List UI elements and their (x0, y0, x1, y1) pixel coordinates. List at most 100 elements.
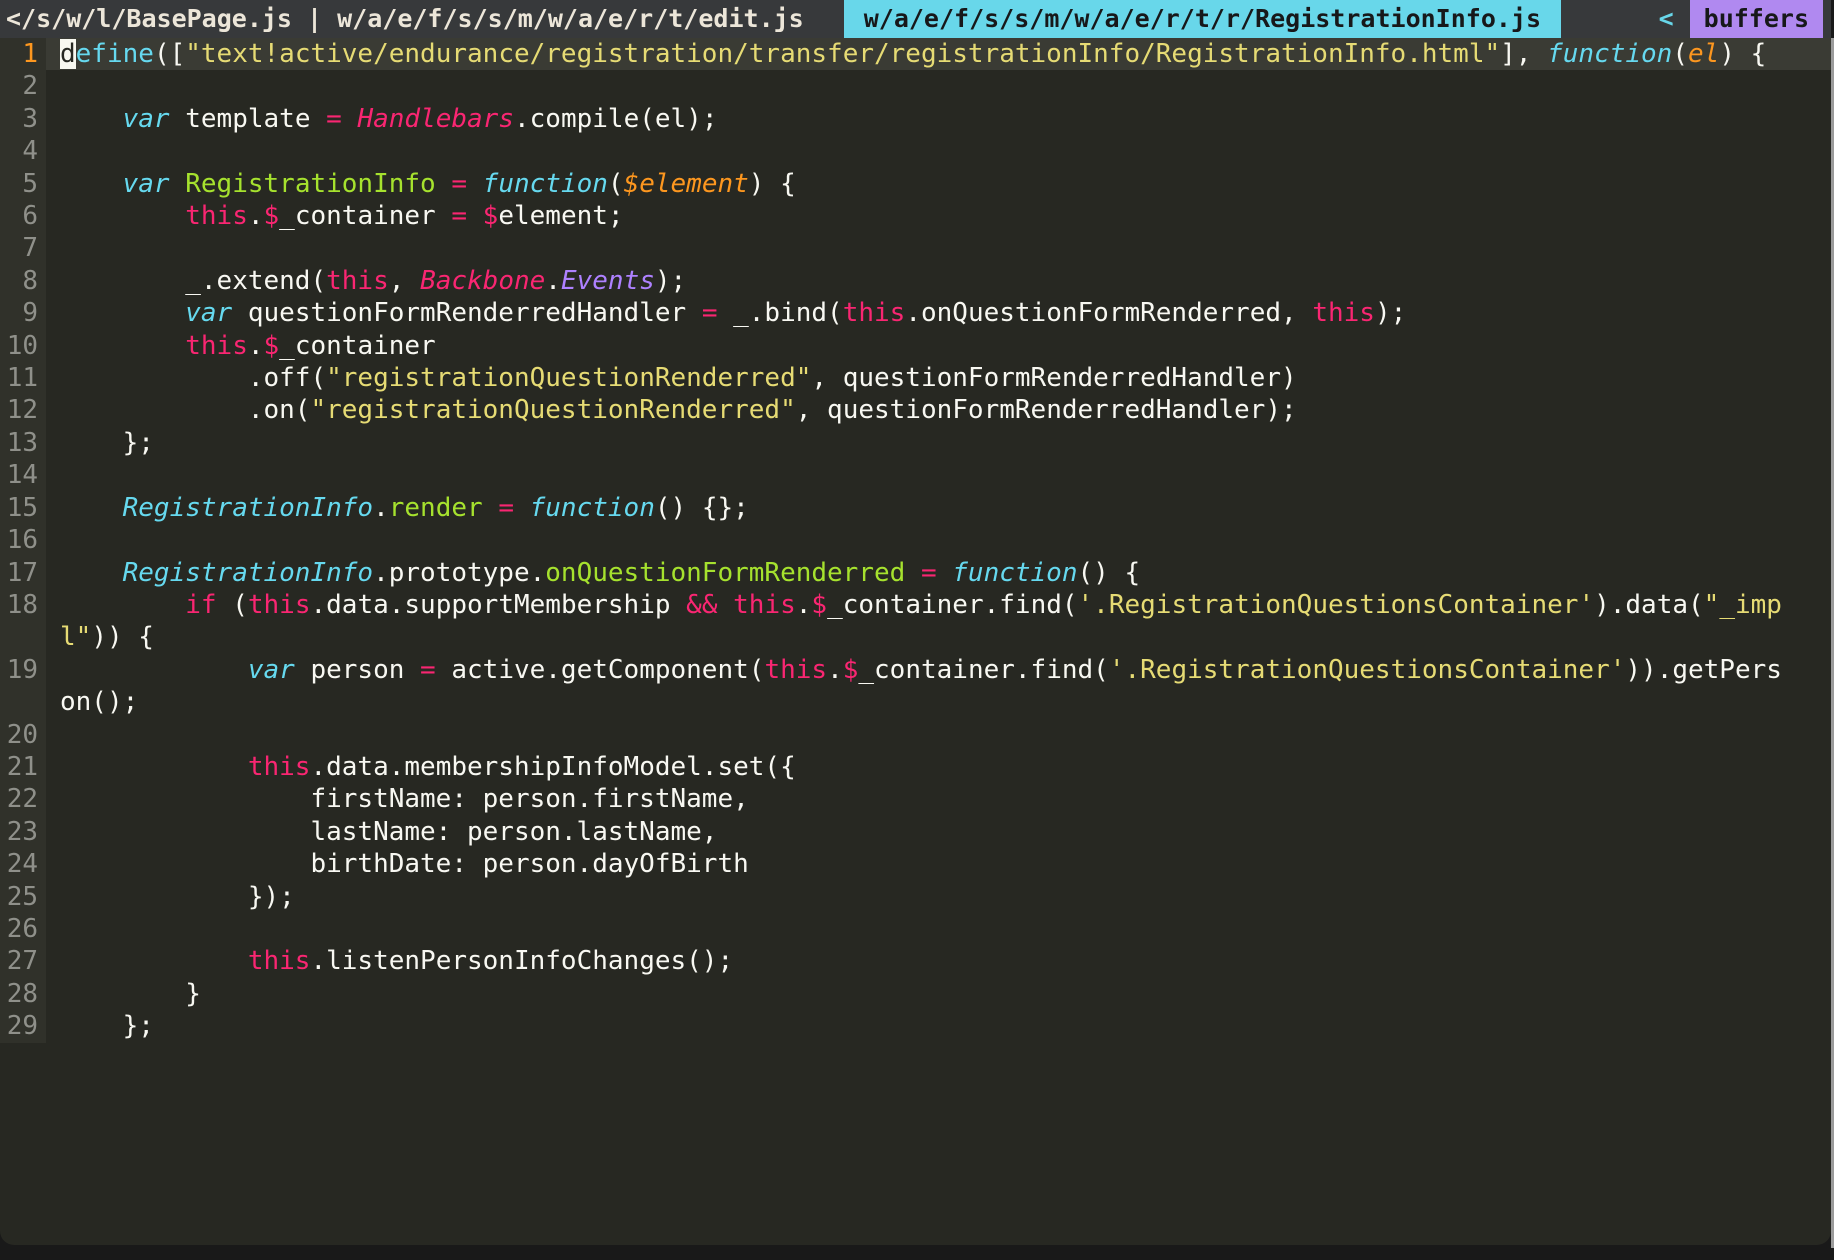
code-line-text[interactable]: var person = active.getComponent(this.$_… (46, 654, 1831, 719)
code-line-text[interactable]: } (46, 978, 1831, 1010)
code-line-text[interactable]: var template = Handlebars.compile(el); (46, 103, 1831, 135)
code-line-text[interactable]: firstName: person.firstName, (46, 783, 1831, 815)
code-token: this (733, 590, 796, 620)
code-token: ( (217, 590, 248, 620)
code-line-text[interactable]: _.extend(this, Backbone.Events); (46, 265, 1831, 297)
code-line-text[interactable]: RegistrationInfo.prototype.onQuestionFor… (46, 557, 1831, 589)
code-line[interactable]: 13 }; (0, 427, 1831, 459)
code-token: ); (1375, 298, 1406, 328)
code-token: .onQuestionFormRenderred, (905, 298, 1312, 328)
code-line[interactable]: 1define(["text!active/endurance/registra… (0, 38, 1831, 70)
code-area[interactable]: 1define(["text!active/endurance/registra… (0, 38, 1831, 1043)
code-token: $ (483, 201, 499, 231)
code-line[interactable]: 27 this.listenPersonInfoChanges(); (0, 945, 1831, 977)
code-line-text[interactable]: this.$_container (46, 330, 1831, 362)
code-token: this (185, 331, 248, 361)
code-line[interactable]: 12 .on("registrationQuestionRenderred", … (0, 394, 1831, 426)
code-line-text[interactable]: define(["text!active/endurance/registrat… (46, 38, 1831, 70)
code-line-text[interactable] (46, 232, 1831, 264)
code-token (60, 752, 248, 782)
code-token: lastName: person.lastName, (60, 817, 717, 847)
code-line[interactable]: 6 this.$_container = $element; (0, 200, 1831, 232)
code-token: .prototype. (373, 558, 545, 588)
code-line[interactable]: 25 }); (0, 881, 1831, 913)
line-number: 29 (0, 1010, 46, 1042)
code-line[interactable]: 23 lastName: person.lastName, (0, 816, 1831, 848)
code-token: RegistrationInfo (123, 493, 373, 523)
code-line[interactable]: 4 (0, 135, 1831, 167)
code-token: '.RegistrationQuestionsContainer' (1109, 655, 1626, 685)
code-token: }; (60, 1011, 154, 1041)
code-token: _.bind( (717, 298, 842, 328)
code-line-text[interactable]: }; (46, 427, 1831, 459)
code-line[interactable]: 14 (0, 459, 1831, 491)
code-token: .off( (60, 363, 326, 393)
code-token: render (389, 493, 483, 523)
code-line-text[interactable]: }; (46, 1010, 1831, 1042)
code-line[interactable]: 19 var person = active.getComponent(this… (0, 654, 1831, 719)
code-line-text[interactable]: .off("registrationQuestionRenderred", qu… (46, 362, 1831, 394)
code-line-text[interactable] (46, 70, 1831, 102)
code-line[interactable]: 10 this.$_container (0, 330, 1831, 362)
line-number: 17 (0, 557, 46, 589)
code-line[interactable]: 17 RegistrationInfo.prototype.onQuestion… (0, 557, 1831, 589)
code-token (60, 946, 248, 976)
code-token: . (796, 590, 812, 620)
code-token: this (843, 298, 906, 328)
code-line-text[interactable] (46, 135, 1831, 167)
code-line-text[interactable]: RegistrationInfo.render = function() {}; (46, 492, 1831, 524)
code-line[interactable]: 9 var questionFormRenderredHandler = _.b… (0, 297, 1831, 329)
line-number: 10 (0, 330, 46, 362)
code-line-text[interactable] (46, 719, 1831, 751)
code-token: ).data( (1594, 590, 1704, 620)
buffers-button[interactable]: buffers (1690, 0, 1823, 38)
code-line-text[interactable] (46, 913, 1831, 945)
tab-scroll-left-icon[interactable]: < (1659, 0, 1674, 38)
code-line-text[interactable]: var RegistrationInfo = function($element… (46, 168, 1831, 200)
active-buffer-tab[interactable]: w/a/e/f/s/s/m/w/a/e/r/t/r/RegistrationIn… (844, 0, 1561, 38)
code-line-text[interactable] (46, 459, 1831, 491)
code-line[interactable]: 21 this.data.membershipInfoModel.set({ (0, 751, 1831, 783)
code-line-text[interactable]: this.$_container = $element; (46, 200, 1831, 232)
code-line[interactable]: 29 }; (0, 1010, 1831, 1042)
code-line[interactable]: 15 RegistrationInfo.render = function() … (0, 492, 1831, 524)
code-line-text[interactable]: lastName: person.lastName, (46, 816, 1831, 848)
code-token: function (530, 493, 655, 523)
code-line[interactable]: 5 var RegistrationInfo = function($eleme… (0, 168, 1831, 200)
line-number: 20 (0, 719, 46, 751)
code-line-text[interactable]: birthDate: person.dayOfBirth (46, 848, 1831, 880)
code-token: _container (279, 201, 451, 231)
code-token: ) { (1719, 39, 1766, 69)
inactive-buffer-tabs[interactable]: </s/w/l/BasePage.js | w/a/e/f/s/s/m/w/a/… (0, 0, 804, 38)
code-line-text[interactable]: this.listenPersonInfoChanges(); (46, 945, 1831, 977)
code-line[interactable]: 26 (0, 913, 1831, 945)
code-line-text[interactable] (46, 524, 1831, 556)
code-line[interactable]: 3 var template = Handlebars.compile(el); (0, 103, 1831, 135)
line-number: 27 (0, 945, 46, 977)
line-number: 4 (0, 135, 46, 167)
code-token: .data.membershipInfoModel.set({ (310, 752, 795, 782)
code-line[interactable]: 28 } (0, 978, 1831, 1010)
buffer-tab-bar: </s/w/l/BasePage.js | w/a/e/f/s/s/m/w/a/… (0, 0, 1831, 38)
code-line[interactable]: 20 (0, 719, 1831, 751)
code-token (60, 590, 185, 620)
line-number: 12 (0, 394, 46, 426)
code-line-text[interactable]: this.data.membershipInfoModel.set({ (46, 751, 1831, 783)
code-line[interactable]: 11 .off("registrationQuestionRenderred",… (0, 362, 1831, 394)
code-token: "registrationQuestionRenderred" (326, 363, 811, 393)
code-line[interactable]: 2 (0, 70, 1831, 102)
code-token: .listenPersonInfoChanges(); (310, 946, 733, 976)
code-line-text[interactable]: if (this.data.supportMembership && this.… (46, 589, 1831, 654)
code-line[interactable]: 18 if (this.data.supportMembership && th… (0, 589, 1831, 654)
code-token: onQuestionFormRenderred (545, 558, 905, 588)
code-line[interactable]: 22 firstName: person.firstName, (0, 783, 1831, 815)
code-line[interactable]: 24 birthDate: person.dayOfBirth (0, 848, 1831, 880)
code-line[interactable]: 7 (0, 232, 1831, 264)
code-line[interactable]: 16 (0, 524, 1831, 556)
code-line-text[interactable]: }); (46, 881, 1831, 913)
code-line[interactable]: 8 _.extend(this, Backbone.Events); (0, 265, 1831, 297)
code-line-text[interactable]: .on("registrationQuestionRenderred", que… (46, 394, 1831, 426)
code-token: _container.find( (858, 655, 1108, 685)
code-line-text[interactable]: var questionFormRenderredHandler = _.bin… (46, 297, 1831, 329)
code-token: el (1688, 39, 1719, 69)
